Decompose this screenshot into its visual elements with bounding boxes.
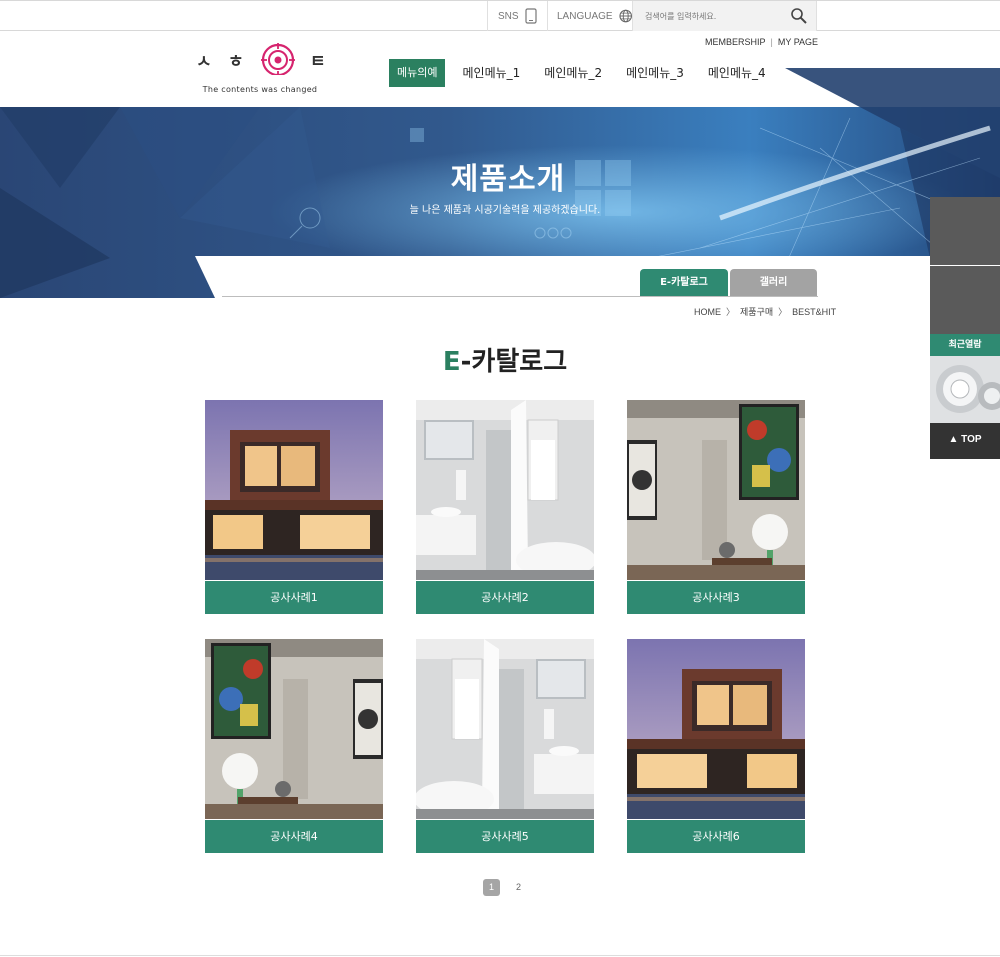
gallery-card[interactable]: 공사사례4 [205, 639, 383, 853]
page-title-accent: E [442, 347, 461, 377]
page-2-button[interactable]: 2 [510, 879, 527, 896]
tab-divider [222, 296, 818, 297]
page-1-button[interactable]: 1 [483, 879, 500, 896]
gallery-card-caption: 공사사례5 [416, 820, 594, 853]
gallery-card[interactable]: 공사사례6 [627, 639, 805, 853]
chevron-right-icon: 〉 [726, 307, 736, 317]
gallery-card-caption: 공사사례4 [205, 820, 383, 853]
svg-text:ㅌ: ㅌ [310, 52, 326, 72]
recent-product-thumbnail[interactable] [930, 356, 1000, 423]
gallery-card-caption: 공사사례6 [627, 820, 805, 853]
page-title-rest: -카탈로그 [460, 347, 568, 377]
search-icon[interactable] [790, 7, 808, 25]
site-logo[interactable]: ㅅ ㅎ ㅌ The contents was changed [190, 39, 330, 94]
gallery-card[interactable]: 공사사례1 [205, 400, 383, 614]
member-separator: | [770, 37, 773, 47]
scroll-top-button[interactable]: ▲ TOP [930, 423, 1000, 459]
quick-slot-1[interactable] [930, 197, 1000, 265]
recent-viewed-label: 최근열람 [930, 334, 1000, 356]
language-selector[interactable]: LANGUAGE [547, 1, 632, 31]
search-input[interactable] [645, 11, 785, 21]
nav-item-menu-2[interactable]: 메인메뉴_2 [534, 59, 612, 87]
sns-link[interactable]: SNS [487, 1, 547, 31]
banner-subtitle: 늘 나은 제품과 시공기술력을 제공하겠습니다. [409, 205, 601, 216]
nav-item-menu-1[interactable]: 메인메뉴_1 [452, 59, 530, 87]
gallery-card-caption: 공사사례1 [205, 581, 383, 614]
svg-text:ㅎ: ㅎ [228, 52, 244, 72]
living-room-image [627, 400, 805, 580]
logo-mark: ㅅ ㅎ ㅌ [196, 43, 326, 75]
sns-label: SNS [498, 10, 519, 22]
modern-house-image [205, 400, 383, 580]
nav-item-menu-3[interactable]: 메인메뉴_3 [616, 59, 694, 87]
gallery-card[interactable]: 공사사례5 [416, 639, 594, 853]
mypage-link[interactable]: MY PAGE [778, 37, 818, 47]
page-title: E-카탈로그 [0, 341, 1000, 378]
search-box [632, 1, 817, 31]
quick-panel: 최근열람 ▲ TOP [930, 197, 1000, 461]
main-nav: 메뉴의예 메인메뉴_1 메인메뉴_2 메인메뉴_3 메인메뉴_4 [389, 59, 780, 87]
breadcrumb-level2[interactable]: BEST&HIT [792, 307, 836, 317]
breadcrumb-home[interactable]: HOME [694, 307, 721, 317]
mobile-icon [524, 8, 537, 24]
nav-item-example[interactable]: 메뉴의예 [389, 59, 446, 87]
modern-house-image [627, 639, 805, 819]
globe-icon [619, 9, 632, 23]
utility-bar: SNS LANGUAGE [0, 0, 1000, 31]
site-header: ㅅ ㅎ ㅌ The contents was changed MEMBERSHI… [0, 31, 1000, 107]
logo-tagline: The contents was changed [202, 85, 318, 94]
gallery-card-caption: 공사사례2 [416, 581, 594, 614]
living-room-image [205, 639, 383, 819]
quick-slot-2[interactable] [930, 266, 1000, 334]
tab-gallery[interactable]: 갤러리 [730, 269, 817, 297]
bathroom-image [416, 400, 594, 580]
language-label: LANGUAGE [557, 10, 613, 22]
member-links: MEMBERSHIP | MY PAGE [705, 37, 818, 47]
pagination: 1 2 [483, 879, 527, 896]
gallery-card[interactable]: 공사사례2 [416, 400, 594, 614]
svg-text:ㅅ: ㅅ [196, 52, 212, 72]
breadcrumb: HOME 〉 제품구매 〉 BEST&HIT [694, 305, 836, 318]
gallery-card-caption: 공사사례3 [627, 581, 805, 614]
bathroom-image [416, 639, 594, 819]
gallery-card[interactable]: 공사사례3 [627, 400, 805, 614]
footer-divider [0, 955, 1000, 956]
banner-title: 제품소개 [450, 162, 566, 197]
chevron-right-icon: 〉 [778, 307, 788, 317]
tab-e-catalog[interactable]: E-카탈로그 [640, 269, 728, 297]
breadcrumb-level1[interactable]: 제품구매 [740, 305, 773, 318]
nav-item-menu-4[interactable]: 메인메뉴_4 [698, 59, 776, 87]
membership-link[interactable]: MEMBERSHIP [705, 37, 766, 47]
